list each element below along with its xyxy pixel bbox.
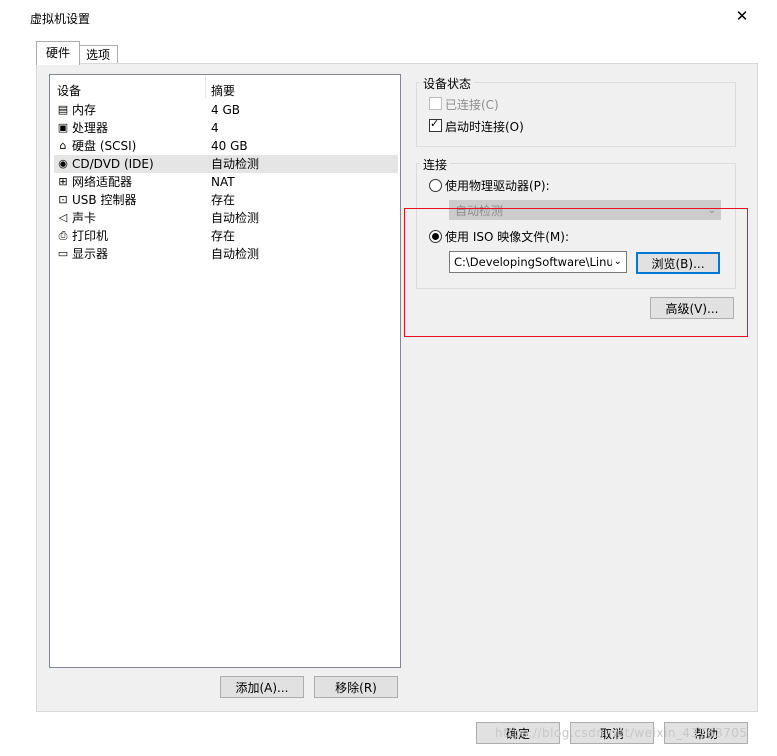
device-summary: 自动检测 xyxy=(211,157,260,171)
column-separator[interactable] xyxy=(205,76,206,98)
usb-icon: ⊡ xyxy=(58,193,68,206)
device-summary: 4 xyxy=(211,121,219,135)
device-row-display[interactable]: ▭ 显示器 自动检测 xyxy=(54,245,398,263)
device-status-title: 设备状态 xyxy=(420,75,475,92)
hard-disk-icon: ⌂ xyxy=(59,139,67,152)
physical-drive-radio[interactable] xyxy=(429,179,442,192)
network-adapter-icon: ⊞ xyxy=(58,175,68,188)
device-name: 处理器 xyxy=(72,121,109,135)
remove-device-button[interactable]: 移除(R) xyxy=(314,676,398,698)
device-summary: 存在 xyxy=(211,193,236,207)
device-summary: 4 GB xyxy=(211,103,240,117)
connect-at-poweron-checkbox[interactable]: ✓ xyxy=(429,117,442,132)
add-device-button[interactable]: 添加(A)... xyxy=(220,676,304,698)
device-row-cd-dvd[interactable]: ◉ CD/DVD (IDE) 自动检测 xyxy=(54,155,398,173)
processor-icon: ▣ xyxy=(57,121,69,134)
device-name: 网络适配器 xyxy=(72,175,133,189)
device-name: CD/DVD (IDE) xyxy=(72,157,154,171)
checkmark-icon: ✓ xyxy=(430,117,440,130)
cd-dvd-icon: ◉ xyxy=(58,157,68,170)
device-name: 声卡 xyxy=(72,211,97,225)
device-summary: 存在 xyxy=(211,229,236,243)
connection-title: 连接 xyxy=(420,156,451,173)
sound-card-icon: ◁ xyxy=(58,211,68,224)
device-summary: 自动检测 xyxy=(211,211,260,225)
device-name: 内存 xyxy=(72,103,97,117)
device-summary: 40 GB xyxy=(211,139,248,153)
summary-column-header[interactable]: 摘要 xyxy=(211,82,235,99)
highlight-box xyxy=(404,208,748,337)
display-icon: ▭ xyxy=(57,247,69,260)
close-icon[interactable]: ✕ xyxy=(733,7,751,25)
device-row-network-adapter[interactable]: ⊞ 网络适配器 NAT xyxy=(54,173,398,191)
printer-icon: ⎙ xyxy=(58,229,68,242)
device-row-sound-card[interactable]: ◁ 声卡 自动检测 xyxy=(54,209,398,227)
device-row-processor[interactable]: ▣ 处理器 4 xyxy=(54,119,398,137)
memory-icon: ▤ xyxy=(57,103,69,116)
tab-hardware[interactable]: 硬件 xyxy=(36,41,80,65)
device-row-memory[interactable]: ▤ 内存 4 GB xyxy=(54,101,398,119)
window-title: 虚拟机设置 xyxy=(30,12,91,26)
device-name: 显示器 xyxy=(72,247,109,261)
device-name: 硬盘 (SCSI) xyxy=(72,139,137,153)
tab-options[interactable]: 选项 xyxy=(78,45,118,64)
device-summary: 自动检测 xyxy=(211,247,260,261)
device-name: USB 控制器 xyxy=(72,193,137,207)
device-row-usb[interactable]: ⊡ USB 控制器 存在 xyxy=(54,191,398,209)
watermark-text: https://blog.csdn.net/weixin_43763705 xyxy=(495,726,748,740)
device-name: 打印机 xyxy=(72,229,109,243)
connect-at-poweron-label: 启动时连接(O) xyxy=(445,120,524,134)
device-row-hard-disk[interactable]: ⌂ 硬盘 (SCSI) 40 GB xyxy=(54,137,398,155)
device-summary: NAT xyxy=(211,175,235,189)
device-row-printer[interactable]: ⎙ 打印机 存在 xyxy=(54,227,398,245)
physical-drive-label: 使用物理驱动器(P): xyxy=(445,179,550,193)
device-column-header[interactable]: 设备 xyxy=(57,82,81,99)
connected-label: 已连接(C) xyxy=(445,98,499,112)
connected-checkbox[interactable] xyxy=(429,97,442,110)
